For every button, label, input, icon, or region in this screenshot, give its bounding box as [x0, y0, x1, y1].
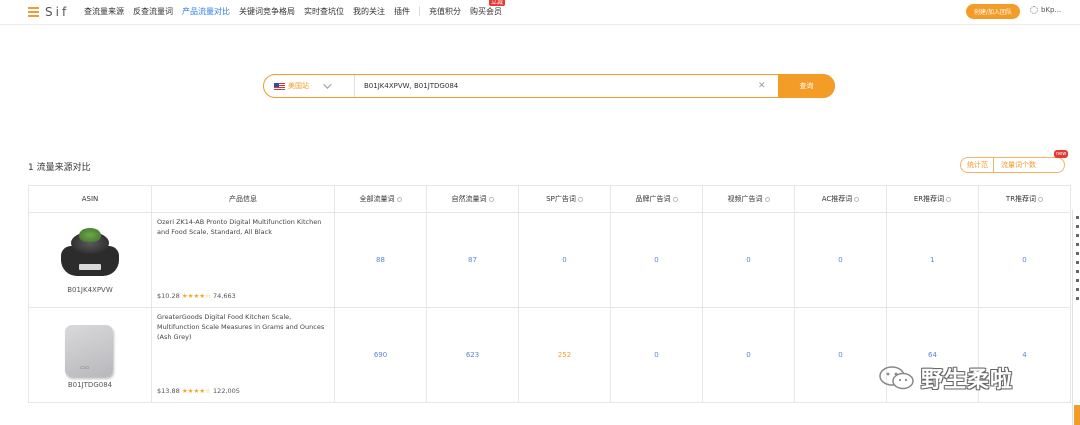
nav-item-my-follows[interactable]: 我的关注 — [353, 6, 385, 17]
asin-label[interactable]: B01JTDG084 — [30, 381, 150, 389]
user-name: bKp... — [1041, 6, 1062, 14]
nav-item-buy-membership-label: 购买会员 — [470, 7, 502, 16]
organic-keywords-value[interactable]: 623 — [426, 307, 519, 403]
all-keywords-value[interactable]: 690 — [334, 307, 427, 403]
product-meta: $13.88 ★★★★☆ 122,005 — [157, 387, 240, 395]
col-header-all-keywords[interactable]: 全部流量词 — [334, 185, 427, 213]
brand-ad-keywords-value[interactable]: 0 — [610, 212, 703, 308]
nav-item-plugin[interactable]: 插件 — [394, 6, 410, 17]
product-image[interactable] — [59, 222, 121, 284]
nav-item-buy-membership[interactable]: 购买会员 立减 — [470, 0, 506, 17]
grey-scale-image: ▭▭ — [65, 325, 113, 377]
brand-ad-keywords-value[interactable]: 0 — [610, 307, 703, 403]
logo-text: Sif — [45, 5, 70, 19]
join-team-button[interactable]: 创建/加入团队 — [966, 4, 1020, 19]
side-tab[interactable] — [1074, 405, 1080, 425]
help-icon[interactable] — [854, 196, 860, 202]
col-header-video-ad-keywords[interactable]: 视频广告词 — [702, 185, 795, 213]
er-keywords-value[interactable]: 1 — [886, 212, 979, 308]
clear-icon[interactable]: ✕ — [758, 80, 766, 92]
col-header-brand-ad-keywords[interactable]: 品牌广告词 — [610, 185, 703, 213]
discount-badge: 立减 — [489, 0, 506, 6]
stat-toggle: 统计范 流量词个数 — [960, 157, 1065, 173]
chevron-down-icon — [323, 80, 332, 89]
help-icon[interactable] — [946, 196, 952, 202]
col-header-ac-keywords[interactable]: AC推荐词 — [794, 185, 887, 213]
col-header-product-info: 产品信息 — [151, 185, 335, 213]
stat-range-button[interactable]: 统计范 — [961, 158, 994, 172]
nav-item-keyword-competition[interactable]: 关键词竞争格局 — [239, 6, 295, 17]
product-info-cell: GreaterGoods Digital Food Kitchen Scale,… — [151, 307, 335, 403]
ac-keywords-value[interactable]: 0 — [794, 212, 887, 308]
user-menu[interactable]: bKp... — [1030, 6, 1061, 14]
logo[interactable]: Sif — [28, 4, 69, 20]
help-icon[interactable] — [672, 196, 678, 202]
organic-keywords-value[interactable]: 87 — [426, 212, 519, 308]
help-icon[interactable] — [764, 196, 770, 202]
asin-search-bar: 美国站 ✕ 查询 — [263, 74, 835, 98]
col-header-organic-keywords[interactable]: 自然流量词 — [426, 185, 519, 213]
col-header-asin: ASIN — [28, 185, 152, 213]
product-title[interactable]: GreaterGoods Digital Food Kitchen Scale,… — [157, 312, 329, 342]
side-panel-edge — [1072, 210, 1080, 425]
keyword-count-button[interactable]: 流量词个数 — [994, 158, 1036, 172]
table-header-row: ASIN 产品信息 全部流量词 自然流量词 SP广告词 品牌广告词 视频广告词 … — [28, 185, 1071, 213]
nav-item-product-traffic-compare[interactable]: 产品流量对比 — [182, 6, 230, 17]
nav-item-realtime-rank[interactable]: 实时查坑位 — [304, 6, 344, 17]
logo-icon — [28, 7, 39, 17]
help-icon[interactable] — [488, 196, 494, 202]
watermark-text: 野生柔啦 — [921, 368, 1014, 393]
nav-item-reverse-keywords[interactable]: 反查流量词 — [133, 6, 173, 17]
nav-item-traffic-source[interactable]: 查流量来源 — [84, 6, 124, 17]
product-info-cell: Ozeri ZK14-AB Pronto Digital Multifuncti… — [151, 212, 335, 308]
main-nav: 查流量来源 反查流量词 产品流量对比 关键词竞争格局 实时查坑位 我的关注 插件… — [84, 0, 511, 17]
video-ad-keywords-value[interactable]: 0 — [702, 307, 795, 403]
review-count: 74,663 — [213, 292, 236, 300]
top-navbar: Sif 查流量来源 反查流量词 产品流量对比 关键词竞争格局 实时查坑位 我的关… — [0, 0, 1080, 25]
marketplace-label: 美国站 — [288, 82, 309, 90]
product-price: $13.88 — [157, 387, 180, 395]
wechat-icon — [879, 366, 914, 390]
black-scale-image — [61, 228, 119, 280]
sp-ad-keywords-value[interactable]: 0 — [518, 212, 611, 308]
asin-cell: B01JK4XPVW — [28, 212, 152, 308]
query-button[interactable]: 查询 — [778, 74, 835, 98]
sp-ad-keywords-value[interactable]: 252 — [518, 307, 611, 403]
ac-keywords-value[interactable]: 0 — [794, 307, 887, 403]
us-flag-icon — [274, 82, 285, 90]
star-rating-icon: ★★★★☆ — [181, 292, 211, 300]
asin-input[interactable] — [364, 79, 749, 93]
star-rating-icon: ★★★★☆ — [181, 387, 211, 395]
col-header-tr-keywords[interactable]: TR推荐词 — [978, 185, 1071, 213]
help-icon[interactable] — [577, 196, 583, 202]
table-row: B01JK4XPVW Ozeri ZK14-AB Pronto Digital … — [28, 212, 1071, 308]
review-count: 122,005 — [213, 387, 240, 395]
marketplace-select[interactable]: 美国站 — [264, 75, 355, 97]
col-header-er-keywords[interactable]: ER推荐词 — [886, 185, 979, 213]
new-badge: new — [1054, 150, 1069, 158]
col-header-sp-ad-keywords[interactable]: SP广告词 — [518, 185, 611, 213]
watermark: 野生柔啦 — [877, 362, 1013, 394]
nav-item-recharge[interactable]: 充值积分 — [429, 6, 461, 17]
asin-cell: ▭▭ B01JTDG084 — [28, 307, 152, 403]
product-image[interactable]: ▭▭ — [59, 317, 121, 379]
all-keywords-value[interactable]: 88 — [334, 212, 427, 308]
product-meta: $10.28 ★★★★☆ 74,663 — [157, 292, 236, 300]
help-icon[interactable] — [396, 196, 402, 202]
nav-divider — [419, 6, 420, 16]
product-title[interactable]: Ozeri ZK14-AB Pronto Digital Multifuncti… — [157, 217, 329, 237]
video-ad-keywords-value[interactable]: 0 — [702, 212, 795, 308]
tr-keywords-value[interactable]: 0 — [978, 212, 1071, 308]
asin-label[interactable]: B01JK4XPVW — [30, 286, 150, 294]
avatar-icon — [1030, 6, 1038, 14]
help-icon[interactable] — [1038, 196, 1044, 202]
section-title: 1 流量来源对比 — [28, 163, 91, 173]
product-price: $10.28 — [157, 292, 180, 300]
